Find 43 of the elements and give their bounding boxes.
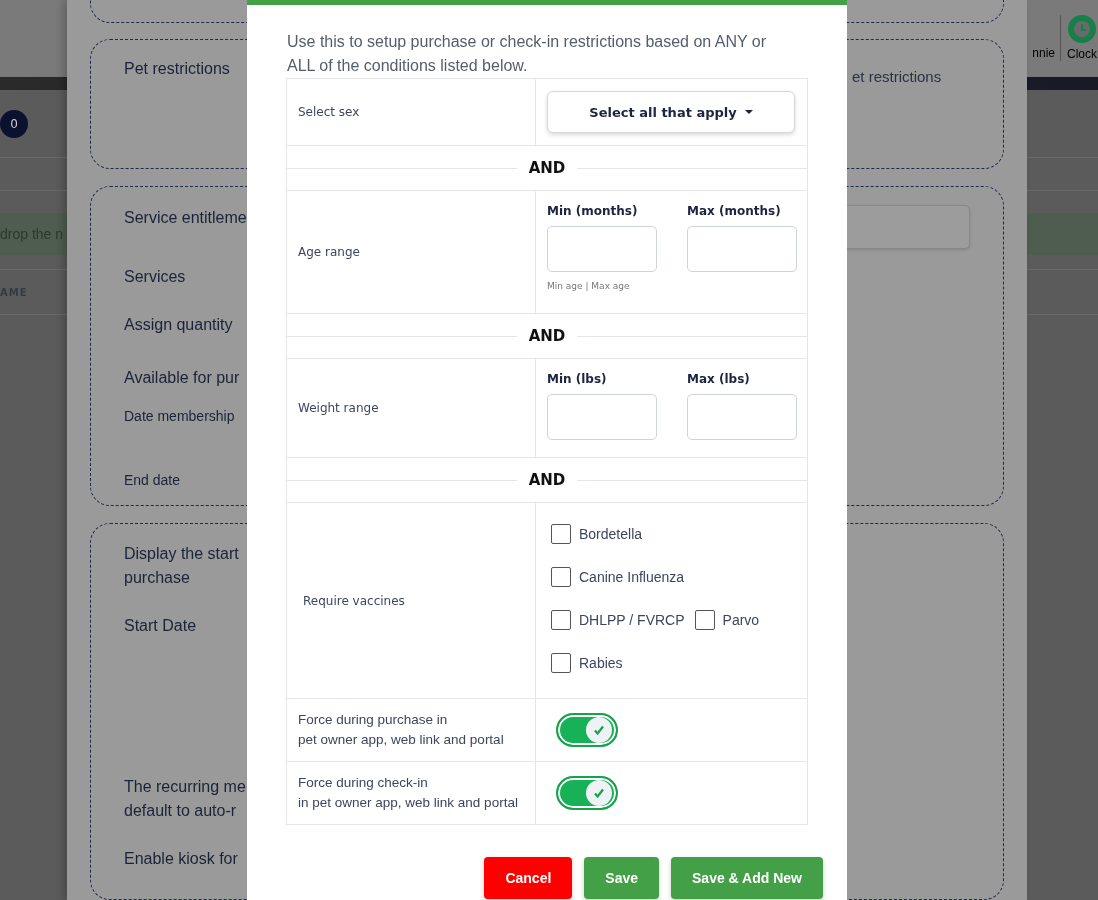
checkbox-label: Canine Influenza [579,569,685,585]
setting-label: Display the start purchase [124,543,240,588]
cancel-button[interactable]: Cancel [484,857,573,899]
checkbox-label: Rabies [579,655,623,671]
checkbox-label: DHLPP / FVRCP [579,612,685,628]
save-button[interactable]: Save & Add New [671,857,823,899]
dropdown-button[interactable]: Select all that apply [547,91,795,133]
clock-button[interactable]: Clock [1067,15,1098,61]
checkbox[interactable] [551,653,571,673]
user-name[interactable]: nnie [1032,46,1055,60]
checkbox-label: Parvo [722,612,760,628]
setting-label: Enable kiosk for [124,848,239,869]
row-label: Weight range [298,401,379,415]
checkbox[interactable] [551,610,571,630]
checkbox[interactable] [551,524,571,544]
setting-label: et restrictions [852,68,943,85]
hint-text: Min age | Max age [547,281,631,291]
caret-icon [744,110,753,114]
row-label: Force during purchase in pet owner app, web link and portal [298,711,504,749]
toggle-switch[interactable] [556,776,618,810]
counter-badge: 0 [0,109,28,138]
checkbox[interactable] [551,567,571,587]
setting-label: Available for pur [124,368,241,389]
setting-label: The recurring me default to auto-r [124,776,247,821]
row-label: Select sex [298,105,360,119]
checkbox[interactable] [694,610,715,630]
save-button[interactable]: Save [584,857,660,899]
row-label: Require vaccines [303,593,405,608]
setting-label: Assign quantity [124,315,234,336]
setting-label: End date [124,471,182,491]
check-icon [592,723,606,737]
setting-label: Pet restrictions [124,59,231,79]
setting-label: Services [124,267,187,288]
field-label: Max (lbs) [687,372,751,386]
setting-label: Date membership [124,407,236,427]
checkbox-label: Bordetella [579,526,643,542]
intro-text: Use this to setup purchase or check-in restrictions based on ANY or ALL of the conditions listed below. [287,32,768,76]
row-label: Force during check-in in pet owner app, web link and portal [298,774,518,812]
check-icon [592,786,606,800]
setting-label: Start Date [124,615,198,636]
toggle-switch[interactable] [556,713,618,747]
field-label: Min (lbs) [547,372,608,386]
clock-icon [1068,15,1096,43]
